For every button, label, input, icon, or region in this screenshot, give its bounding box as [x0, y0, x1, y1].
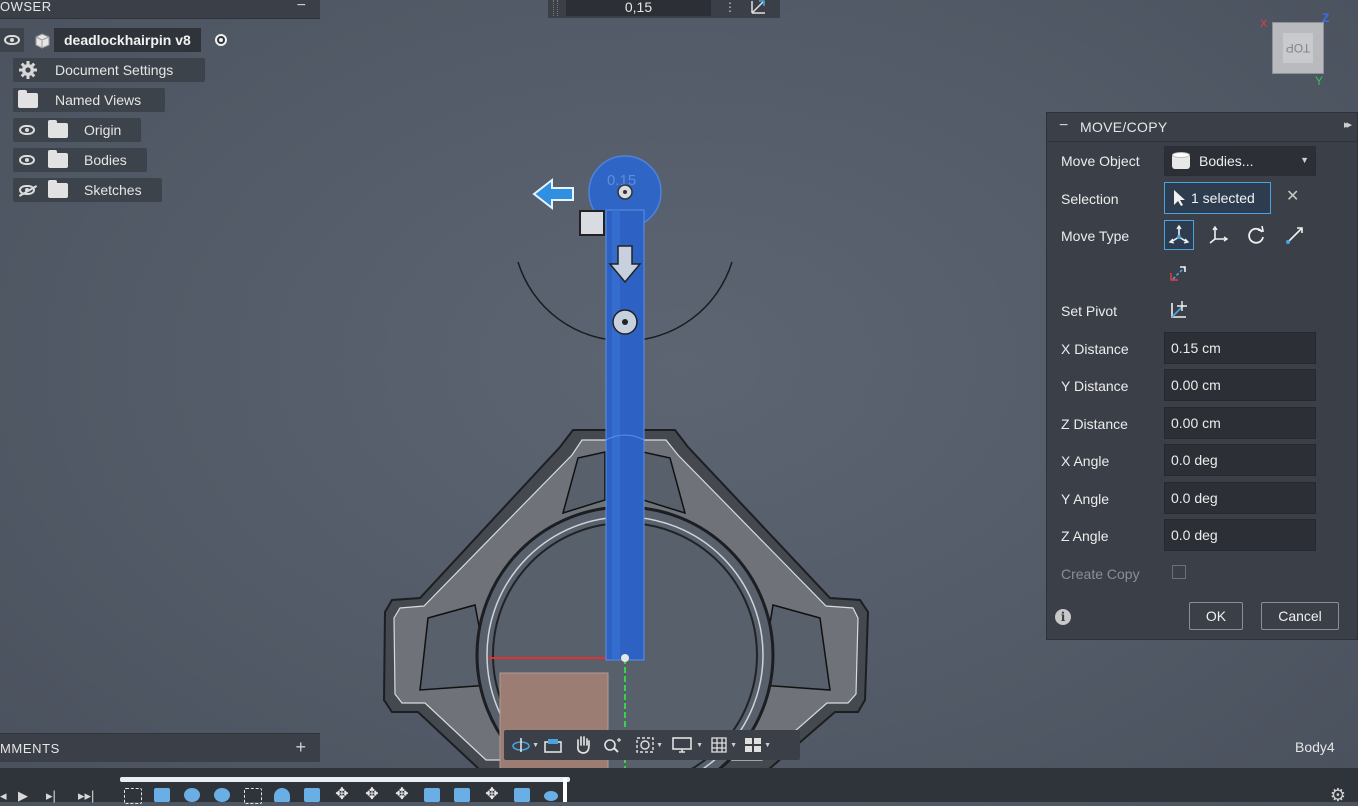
pan-hand-icon[interactable] [568, 733, 598, 757]
create-copy-checkbox[interactable] [1172, 565, 1186, 579]
timeline-body-icon[interactable] [304, 788, 320, 802]
move-object-value: Bodies... [1199, 153, 1254, 169]
viewports-icon[interactable]: ▼ [736, 733, 771, 757]
set-pivot-button[interactable] [1164, 295, 1194, 325]
view-cube-face[interactable]: TOP [1283, 33, 1313, 63]
panel-header: − MOVE/COPY ▸▸ [1047, 113, 1357, 142]
z-distance-label: Z Distance [1061, 416, 1128, 432]
info-icon[interactable]: i [1055, 609, 1071, 625]
rotate-icon [1248, 225, 1265, 244]
y-distance-label: Y Distance [1061, 378, 1129, 394]
cursor-arrow-icon [1173, 189, 1187, 207]
move-copy-panel: − MOVE/COPY ▸▸ Move Object Bodies... ▼ S… [1046, 112, 1358, 640]
gear-icon[interactable]: ⚙ [1330, 785, 1346, 806]
panel-title: MOVE/COPY [1080, 119, 1168, 135]
rotate-button[interactable] [1241, 220, 1271, 250]
selection-count: 1 selected [1191, 190, 1255, 206]
look-at-icon[interactable] [538, 733, 568, 757]
translate-icon [1209, 225, 1229, 244]
ok-button[interactable]: OK [1189, 602, 1243, 630]
x-distance-label: X Distance [1061, 341, 1129, 357]
timeline-combine-icon[interactable] [424, 788, 440, 802]
timeline-extrude-icon[interactable] [154, 788, 170, 802]
x-angle-label: X Angle [1061, 453, 1110, 469]
body-icon [1171, 151, 1191, 171]
move-type-label: Move Type [1061, 228, 1130, 244]
view-cube[interactable]: TOP [1272, 22, 1324, 74]
navigation-toolbar: ▼ ▼ ▼ ▼ ▼ [504, 730, 800, 760]
fit-icon[interactable]: ▼ [628, 733, 663, 757]
y-distance-input[interactable]: 0.00 cm [1164, 369, 1316, 401]
move-object-dropdown[interactable]: Bodies... ▼ [1164, 146, 1316, 176]
orbit-icon[interactable]: ▼ [504, 733, 539, 757]
timeline-marker[interactable] [563, 778, 567, 802]
chevron-down-icon: ▼ [1300, 155, 1309, 165]
cancel-button[interactable]: Cancel [1261, 602, 1339, 630]
point-to-position-button[interactable] [1164, 257, 1194, 287]
x-distance-input[interactable]: 0.15 cm [1164, 332, 1316, 364]
timeline-revolve-icon[interactable] [214, 788, 230, 802]
y-angle-label: Y Angle [1061, 491, 1110, 507]
timeline-split-icon[interactable] [514, 788, 530, 802]
timeline-move-icon[interactable]: ✥ [364, 787, 380, 803]
move-object-label: Move Object [1061, 153, 1140, 169]
timeline-current-move-icon[interactable] [544, 791, 558, 801]
translate-button[interactable] [1203, 220, 1233, 250]
comments-bar: MMENTS + [0, 733, 320, 762]
create-copy-label: Create Copy [1061, 566, 1140, 582]
expand-panel-icon[interactable]: ▸▸ [1344, 118, 1352, 131]
point-to-point-button[interactable] [1280, 220, 1310, 250]
timeline-move-icon[interactable]: ✥ [484, 787, 500, 803]
z-angle-input[interactable]: 0.0 deg [1164, 519, 1316, 551]
view-cube-x-axis: X [1260, 18, 1268, 30]
plane-handle [579, 210, 605, 236]
pivot-point [621, 654, 629, 662]
timeline-pattern-icon[interactable] [454, 788, 470, 802]
timeline-track[interactable] [120, 777, 570, 782]
view-cube-y-axis: Y [1315, 74, 1324, 88]
set-pivot-label: Set Pivot [1061, 303, 1118, 319]
timeline-revolve-icon[interactable] [184, 788, 200, 802]
z-angle-label: Z Angle [1061, 528, 1109, 544]
display-settings-icon[interactable]: ▼ [662, 733, 703, 757]
z-distance-input[interactable]: 0.00 cm [1164, 407, 1316, 439]
add-comment-button[interactable]: + [295, 737, 306, 758]
y-angle-input[interactable]: 0.0 deg [1164, 482, 1316, 514]
x-angle-input[interactable]: 0.0 deg [1164, 444, 1316, 476]
selection-label: Selection [1061, 191, 1119, 207]
hovered-body-label: Body4 [1295, 739, 1335, 755]
point-to-position-icon [1170, 266, 1186, 281]
free-move-button[interactable] [1164, 220, 1194, 250]
comments-title: MMENTS [0, 741, 60, 756]
timeline-move-icon[interactable]: ✥ [394, 787, 410, 803]
point-to-point-icon [1286, 227, 1303, 244]
timeline-move-icon[interactable]: ✥ [334, 787, 350, 803]
set-pivot-icon [1171, 301, 1187, 318]
timeline: ◂ ▶ ▸| ▸▸| ✥ ✥ ✥ ✥ ⚙ [0, 768, 1358, 805]
zoom-icon[interactable] [598, 733, 628, 757]
grid-icon[interactable]: ▼ [702, 733, 737, 757]
x-direction-arrow [532, 177, 574, 211]
selection-button[interactable]: 1 selected [1164, 182, 1271, 214]
clear-selection-icon[interactable]: ✕ [1286, 189, 1299, 205]
timeline-fillet-icon[interactable] [274, 788, 290, 802]
collapse-panel-button[interactable]: − [1059, 117, 1068, 135]
free-move-icon [1168, 224, 1190, 244]
